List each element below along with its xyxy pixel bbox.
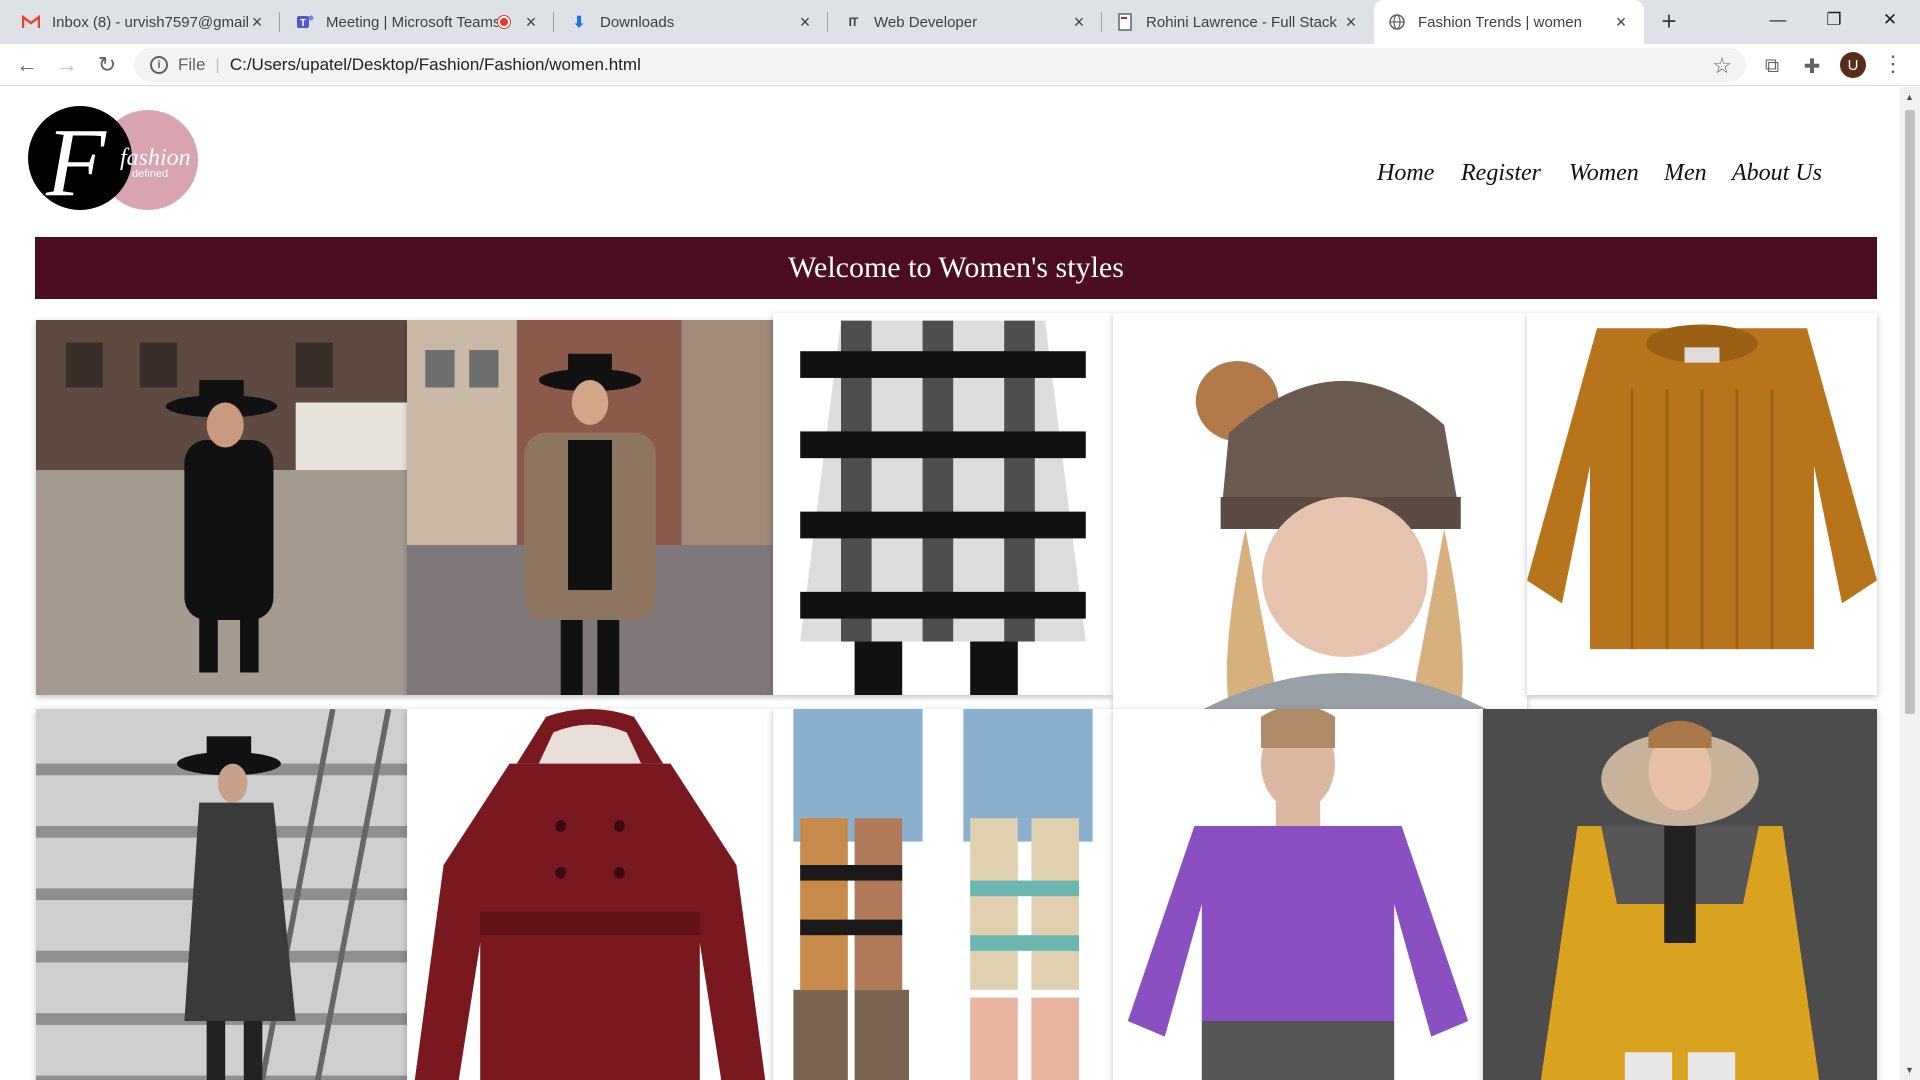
reload-button[interactable]: ↻ xyxy=(93,51,121,79)
tab-rohini[interactable]: Rohini Lawrence - Full Stack Developer × xyxy=(1102,0,1374,44)
tab-teams[interactable]: T Meeting | Microsoft Teams × xyxy=(282,0,554,44)
close-tab-icon[interactable]: × xyxy=(1342,12,1360,33)
nav-about-us[interactable]: About Us xyxy=(1732,160,1822,187)
tab-title: Web Developer xyxy=(874,13,978,31)
gallery-image-mustard-sweater[interactable] xyxy=(1527,313,1877,695)
svg-text:T: T xyxy=(300,18,306,29)
scroll-down-arrow-icon[interactable]: ▼ xyxy=(1905,1065,1914,1075)
gallery-image-leg-warmers[interactable] xyxy=(773,709,1113,1080)
tab-title: Inbox (8) - urvish7597@gmail.com xyxy=(52,13,248,31)
minimize-button[interactable]: — xyxy=(1750,0,1806,40)
gallery-image-beanie[interactable] xyxy=(1113,313,1527,713)
logo-subword: defined xyxy=(132,168,168,180)
gallery-image-leopard-coat[interactable] xyxy=(407,320,773,695)
address-scheme: File xyxy=(178,55,206,74)
web-dev-icon: IT xyxy=(848,15,859,29)
scroll-up-arrow-icon[interactable]: ▲ xyxy=(1905,92,1914,102)
address-bar[interactable]: i File | C:/Users/upatel/Desktop/Fashion… xyxy=(134,48,1746,82)
close-window-button[interactable]: ✕ xyxy=(1862,0,1918,40)
profile-avatar[interactable]: U xyxy=(1840,52,1866,78)
address-url[interactable]: C:/Users/upatel/Desktop/Fashion/Fashion/… xyxy=(230,55,641,75)
logo-letter: F xyxy=(45,109,107,211)
gallery-image-checked-dress[interactable] xyxy=(773,313,1113,695)
banner-title: Welcome to Women's styles xyxy=(788,251,1124,284)
tab-fashion-women[interactable]: Fashion Trends | women × xyxy=(1374,0,1644,44)
close-tab-icon[interactable]: × xyxy=(522,12,540,33)
welcome-banner: Welcome to Women's styles xyxy=(35,237,1877,299)
gallery-image-grey-coat-stairs[interactable] xyxy=(36,709,407,1080)
gallery-image-purple-sweatshirt[interactable] xyxy=(1113,709,1483,1080)
gallery-image-black-coat[interactable] xyxy=(36,320,407,695)
tab-title: Fashion Trends | women xyxy=(1418,13,1582,31)
site-logo[interactable]: F fashion defined xyxy=(28,105,200,217)
browser-toolbar: ← → ↻ i File | C:/Users/upatel/Desktop/F… xyxy=(0,44,1920,86)
download-icon: ⬇ xyxy=(572,14,586,31)
nav-register[interactable]: Register xyxy=(1461,160,1541,187)
tab-strip: Inbox (8) - urvish7597@gmail.com × T Mee… xyxy=(0,0,1920,44)
nav-home[interactable]: Home xyxy=(1377,160,1434,187)
close-tab-icon[interactable]: × xyxy=(796,12,814,33)
gallery-image-yellow-parka[interactable] xyxy=(1483,709,1877,1080)
page-viewport: F fashion defined Home Register Women Me… xyxy=(0,87,1900,1080)
site-info-icon[interactable]: i xyxy=(150,56,168,74)
tab-title: Downloads xyxy=(600,13,675,31)
document-icon xyxy=(1116,13,1134,31)
bookmark-star-icon[interactable]: ☆ xyxy=(1712,53,1732,79)
address-divider: | xyxy=(215,55,220,74)
new-tab-button[interactable]: + xyxy=(1655,8,1683,36)
tab-gmail[interactable]: Inbox (8) - urvish7597@gmail.com × xyxy=(8,0,280,44)
scrollbar-thumb[interactable] xyxy=(1905,110,1915,714)
restore-button[interactable]: ❐ xyxy=(1806,0,1862,40)
globe-icon xyxy=(1388,13,1406,31)
nav-men[interactable]: Men xyxy=(1664,160,1707,187)
back-button[interactable]: ← xyxy=(13,51,41,79)
close-tab-icon[interactable]: × xyxy=(248,12,266,33)
gmail-icon xyxy=(22,13,40,31)
tab-title: Meeting | Microsoft Teams xyxy=(326,13,498,31)
close-tab-icon[interactable]: × xyxy=(1070,12,1088,33)
gallery-image-burgundy-coat[interactable] xyxy=(407,709,773,1080)
tab-downloads[interactable]: ⬇ Downloads × xyxy=(556,0,828,44)
cast-extension-icon[interactable]: ⧉ xyxy=(1760,54,1784,78)
extensions-puzzle-icon[interactable]: ✚ xyxy=(1800,54,1824,78)
browser-menu-icon[interactable]: ⋮ xyxy=(1882,52,1904,78)
tab-web-developer[interactable]: IT Web Developer × xyxy=(830,0,1102,44)
recording-indicator-icon xyxy=(498,16,510,28)
forward-button[interactable]: → xyxy=(53,51,81,79)
nav-women[interactable]: Women xyxy=(1569,160,1639,187)
page-scrollbar[interactable]: ▲ ▼ xyxy=(1900,87,1920,1080)
teams-icon: T xyxy=(296,13,314,31)
tab-title: Rohini Lawrence - Full Stack Developer xyxy=(1146,13,1342,31)
close-tab-icon[interactable]: × xyxy=(1612,12,1630,33)
